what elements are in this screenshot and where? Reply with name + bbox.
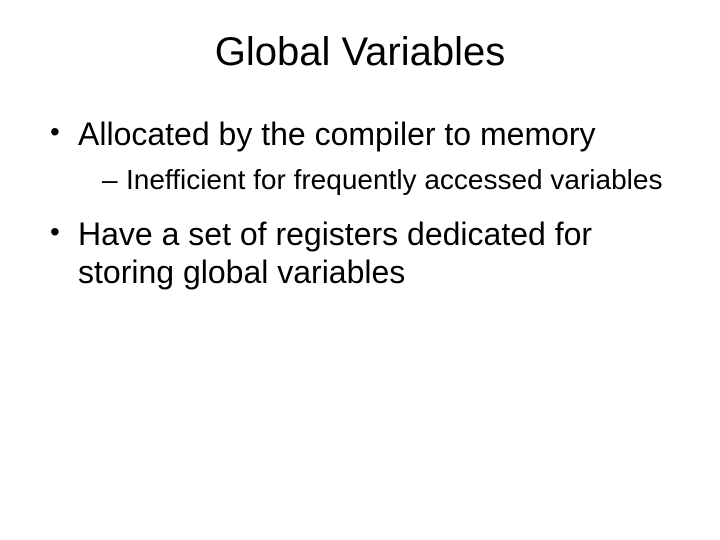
slide: Global Variables Allocated by the compil…	[0, 0, 720, 540]
list-item: Have a set of registers dedicated for st…	[50, 215, 690, 292]
list-item: Inefficient for frequently accessed vari…	[102, 163, 690, 197]
sub-bullet-text: Inefficient for frequently accessed vari…	[126, 164, 662, 195]
bullet-list: Allocated by the compiler to memory Inef…	[30, 115, 690, 292]
bullet-text: Have a set of registers dedicated for st…	[78, 216, 592, 290]
bullet-text: Allocated by the compiler to memory	[78, 116, 596, 152]
list-item: Allocated by the compiler to memory Inef…	[50, 115, 690, 197]
slide-title: Global Variables	[30, 30, 690, 75]
sub-list: Inefficient for frequently accessed vari…	[78, 163, 690, 197]
